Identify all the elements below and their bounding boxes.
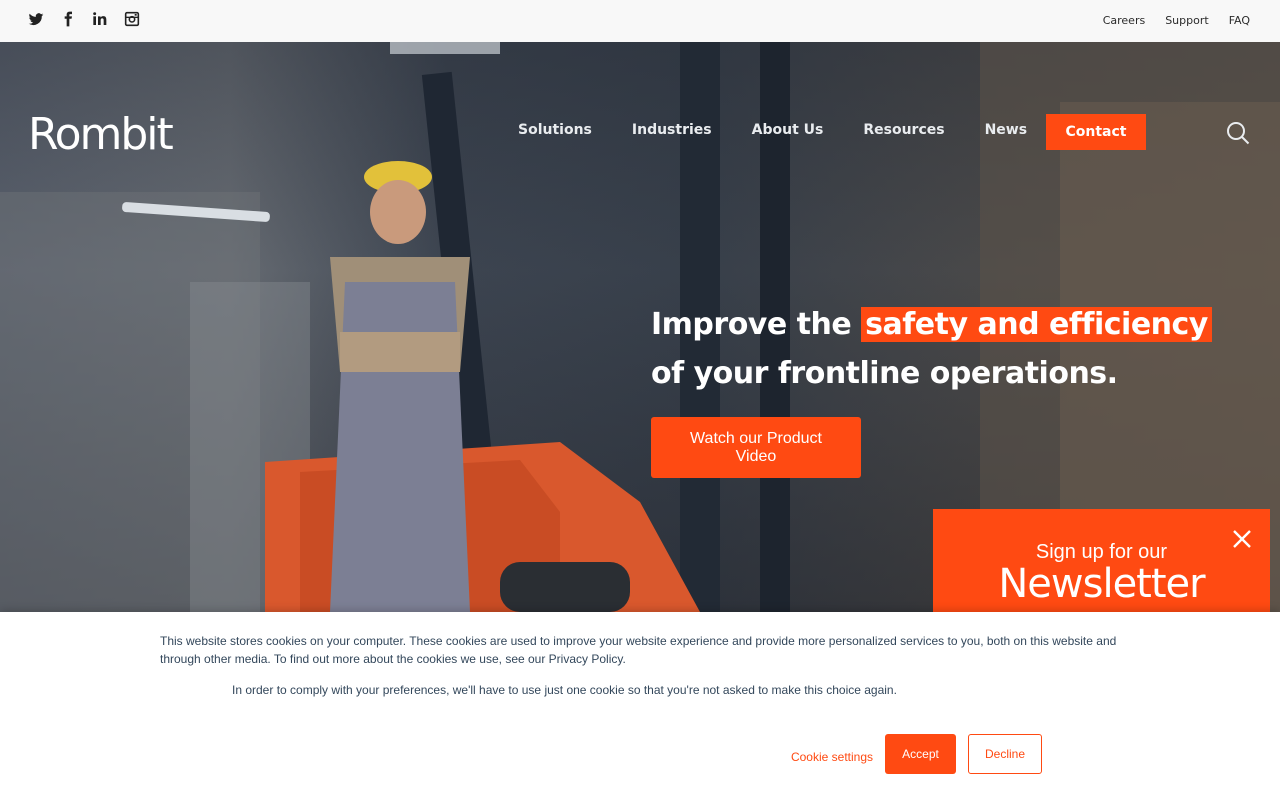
- accept-button[interactable]: Accept: [885, 734, 956, 774]
- main-nav: Solutions Industries About Us Resources …: [518, 122, 1027, 138]
- nav-news[interactable]: News: [985, 122, 1027, 138]
- social-links: [28, 11, 140, 27]
- nav-industries[interactable]: Industries: [632, 122, 712, 138]
- cookie-notice-text: This website stores cookies on your comp…: [160, 634, 1117, 666]
- newsletter-popup[interactable]: Sign up for our Newsletter: [933, 509, 1270, 619]
- contact-button[interactable]: Contact: [1046, 114, 1146, 150]
- watch-product-video-button[interactable]: Watch our Product Video: [651, 417, 861, 478]
- cookie-banner: This website stores cookies on your comp…: [0, 612, 1280, 800]
- search-icon[interactable]: [1226, 121, 1250, 145]
- nav-resources[interactable]: Resources: [863, 122, 944, 138]
- careers-link[interactable]: Careers: [1103, 14, 1146, 27]
- close-icon[interactable]: [1231, 528, 1253, 550]
- headline-post: of your frontline operations.: [651, 356, 1118, 391]
- top-utility-bar: Careers Support FAQ: [0, 0, 1280, 42]
- utility-nav: Careers Support FAQ: [1103, 14, 1250, 27]
- facebook-icon: [64, 11, 72, 27]
- newsletter-title: Newsletter: [998, 561, 1205, 607]
- twitter-link[interactable]: [28, 11, 44, 27]
- linkedin-link[interactable]: [92, 11, 108, 27]
- support-link[interactable]: Support: [1165, 14, 1208, 27]
- instagram-link[interactable]: [124, 11, 140, 27]
- rombit-logo[interactable]: Rombit: [28, 112, 193, 152]
- faq-link[interactable]: FAQ: [1229, 14, 1250, 27]
- nav-solutions[interactable]: Solutions: [518, 122, 592, 138]
- headline-highlight: safety and efficiency: [861, 307, 1212, 342]
- decline-button[interactable]: Decline: [968, 734, 1042, 774]
- linkedin-icon: [93, 12, 107, 25]
- instagram-icon: [124, 11, 140, 27]
- facebook-link[interactable]: [60, 11, 76, 27]
- twitter-icon: [28, 13, 44, 26]
- headline-pre: Improve the: [651, 307, 852, 342]
- cookie-settings-link[interactable]: Cookie settings: [784, 746, 880, 768]
- cookie-preference-text: In order to comply with your preferences…: [232, 683, 897, 697]
- svg-text:Rombit: Rombit: [28, 112, 174, 152]
- nav-about-us[interactable]: About Us: [752, 122, 824, 138]
- hero-headline: Improve the safety and efficiency of you…: [651, 300, 1231, 398]
